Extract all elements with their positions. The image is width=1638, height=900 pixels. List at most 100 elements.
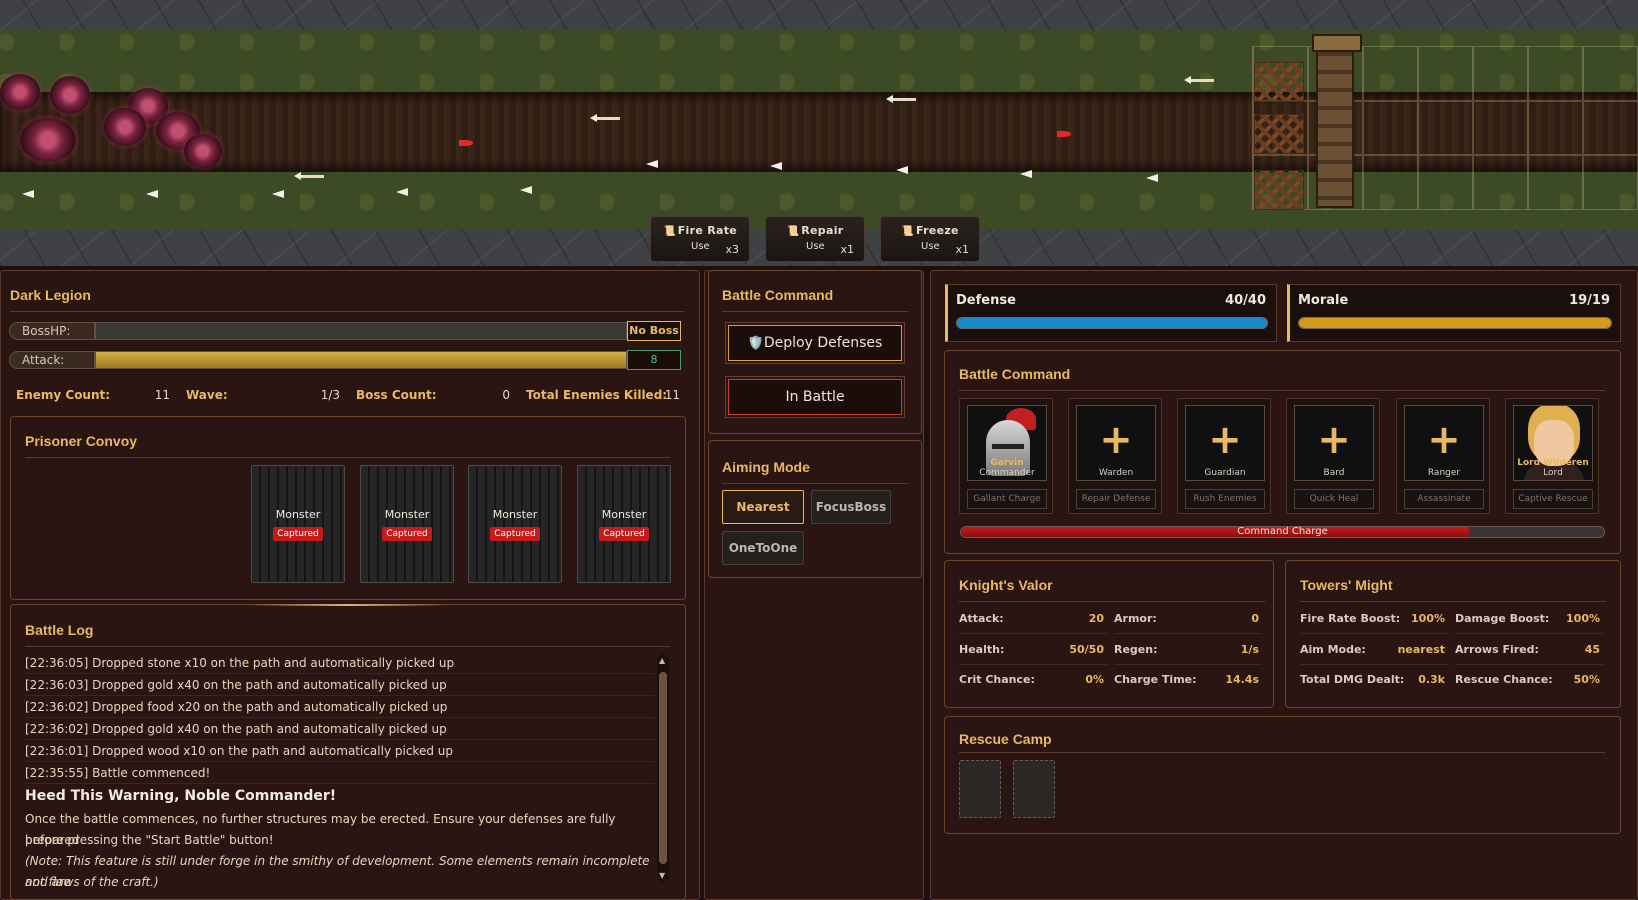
skill-fire-rate-button[interactable]: 📜 Fire Rate Use x3 <box>650 216 750 262</box>
stat-label: Total DMG Dealt: <box>1300 673 1405 686</box>
grid-cell[interactable] <box>1363 155 1418 210</box>
prisoner-cage[interactable]: Monster Captured <box>251 465 345 583</box>
morale-resource: Morale 19/19 <box>1287 284 1621 342</box>
defense-label: Defense <box>956 293 1016 308</box>
spike-barricade[interactable] <box>1254 62 1304 102</box>
stat-label: Health: <box>959 643 1005 656</box>
stat-value: 0% <box>1085 673 1104 686</box>
hero-slot-lord[interactable]: Lord Wilderen Lord Captive Rescue <box>1505 398 1599 514</box>
towers-might-title: Towers' Might <box>1300 577 1393 593</box>
captured-badge: Captured <box>490 527 540 541</box>
attack-value-badge: 8 <box>627 350 681 370</box>
note-text-line: not flaws of the craft.) <box>25 875 159 889</box>
spike-barricade[interactable] <box>1254 170 1304 210</box>
hero-name: Lord Wilderen <box>1517 458 1589 468</box>
skill-use-label: Use <box>806 241 825 252</box>
grid-cell[interactable] <box>1363 46 1418 101</box>
grid-cell[interactable] <box>1473 155 1528 210</box>
hero-portrait[interactable]: Garvin Commander <box>967 405 1047 481</box>
ability-button[interactable]: Rush Enemies <box>1185 489 1265 509</box>
captured-badge: Captured <box>599 527 649 541</box>
arrow-projectile <box>886 95 916 103</box>
deploy-defenses-button[interactable]: 🛡️Deploy Defenses <box>725 322 905 364</box>
log-scrollbar[interactable]: ▲ ▼ <box>657 654 669 882</box>
corruption-blob <box>50 76 90 114</box>
prisoner-convoy-title: Prisoner Convoy <box>25 433 138 449</box>
grid-cell[interactable] <box>1528 100 1583 156</box>
hero-slot-ranger[interactable]: + Ranger Assassinate <box>1396 398 1490 514</box>
hero-slot-warden[interactable]: + Warden Repair Defense <box>1068 398 1162 514</box>
grid-cell[interactable] <box>1528 155 1583 210</box>
cage-monster-name: Monster <box>601 508 647 521</box>
prisoner-cage[interactable]: Monster Captured <box>360 465 454 583</box>
ability-button[interactable]: Assassinate <box>1404 489 1484 509</box>
rescue-camp-title: Rescue Camp <box>959 731 1052 747</box>
hero-slot-bard[interactable]: + Bard Quick Heal <box>1286 398 1380 514</box>
aim-onetoone-button[interactable]: OneToOne <box>722 531 804 565</box>
aim-nearest-button[interactable]: Nearest <box>722 490 804 524</box>
stat-divider <box>1114 633 1262 634</box>
attack-bar: Attack: 8 <box>9 350 681 370</box>
log-entry: [22:35:55] Battle commenced! <box>25 762 655 784</box>
skill-freeze-button[interactable]: 📜 Freeze Use x1 <box>880 216 980 262</box>
rescue-camp-slot[interactable] <box>959 760 1001 818</box>
attack-label: Attack: <box>9 351 95 369</box>
grid-cell[interactable] <box>1528 46 1583 101</box>
skill-repair-button[interactable]: 📜 Repair Use x1 <box>765 216 865 262</box>
defense-fill <box>957 318 1267 328</box>
ability-button[interactable]: Gallant Charge <box>967 489 1047 509</box>
skill-use-label: Use <box>691 241 710 252</box>
spike-barricade[interactable] <box>1254 114 1304 154</box>
arrow-projectile <box>590 114 620 122</box>
skill-name: Freeze <box>915 224 959 237</box>
divider <box>959 390 1605 391</box>
grid-cell[interactable] <box>1583 100 1638 156</box>
ability-button[interactable]: Quick Heal <box>1294 489 1374 509</box>
captured-badge: Captured <box>382 527 432 541</box>
aim-focusboss-button[interactable]: FocusBoss <box>811 490 891 524</box>
grid-cell[interactable] <box>1583 46 1638 101</box>
enemy-marker <box>1020 170 1032 178</box>
prisoner-cage[interactable]: Monster Captured <box>577 465 671 583</box>
hero-portrait[interactable]: Lord Wilderen Lord <box>1513 405 1593 481</box>
grid-cell[interactable] <box>1418 100 1473 156</box>
enemy-bolt <box>459 140 473 146</box>
hero-slot-guardian[interactable]: + Guardian Rush Enemies <box>1177 398 1271 514</box>
ability-button[interactable]: Repair Defense <box>1076 489 1156 509</box>
grid-cell[interactable] <box>1418 46 1473 101</box>
scroll-down-icon[interactable]: ▼ <box>659 871 665 880</box>
grid-cell[interactable] <box>1473 46 1528 101</box>
battle-state-button[interactable]: In Battle <box>725 376 905 418</box>
archer-tower[interactable] <box>1312 34 1362 208</box>
hero-portrait[interactable]: + Warden <box>1076 405 1156 481</box>
add-hero-icon: + <box>1427 417 1461 463</box>
grid-cell[interactable] <box>1418 155 1473 210</box>
ability-button[interactable]: Captive Rescue <box>1513 489 1593 509</box>
stat-divider <box>959 633 1107 634</box>
aiming-mode-title: Aiming Mode <box>722 459 810 475</box>
skill-name: Fire Rate <box>677 224 738 237</box>
attack-track <box>95 351 627 369</box>
grid-cell[interactable] <box>1473 100 1528 156</box>
grid-cell[interactable] <box>1583 155 1638 210</box>
scroll-up-icon[interactable]: ▲ <box>659 656 665 665</box>
divider <box>25 646 670 647</box>
boss-hp-bar: BossHP: No Boss <box>9 321 681 341</box>
stat-value: 45 <box>1584 643 1600 656</box>
stat-label: Rescue Chance: <box>1455 673 1553 686</box>
hero-slot-commander[interactable]: Garvin Commander Gallant Charge <box>959 398 1053 514</box>
prisoner-cage[interactable]: Monster Captured <box>468 465 562 583</box>
hero-portrait[interactable]: + Ranger <box>1404 405 1484 481</box>
hero-role: Warden <box>1098 468 1134 478</box>
hero-portrait[interactable]: + Bard <box>1294 405 1374 481</box>
battlefield[interactable]: 📜 Fire Rate Use x3 📜 Repair Use x1 📜 Freeze… <box>0 0 1638 266</box>
grid-cell[interactable] <box>1363 100 1418 156</box>
hero-portrait[interactable]: + Guardian <box>1185 405 1265 481</box>
rescue-camp-slot[interactable] <box>1013 760 1055 818</box>
log-scroll-thumb[interactable] <box>659 672 667 864</box>
dark-legion-title: Dark Legion <box>10 287 91 303</box>
enemies-killed-label: Total Enemies Killed: <box>526 388 668 402</box>
tower-placement-grid[interactable] <box>1252 46 1638 210</box>
scroll-icon: 📜 <box>786 226 800 237</box>
stat-divider <box>1455 633 1603 634</box>
